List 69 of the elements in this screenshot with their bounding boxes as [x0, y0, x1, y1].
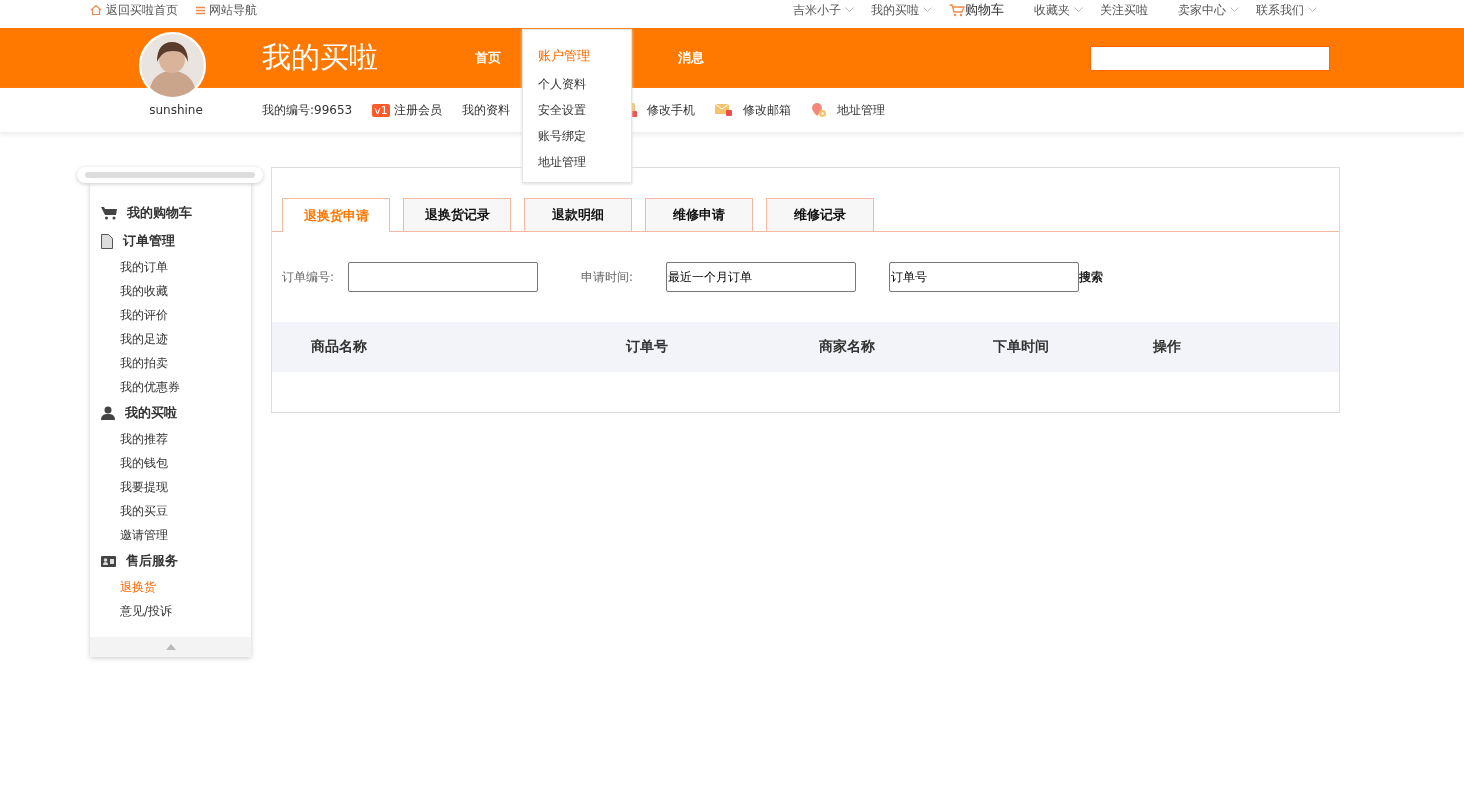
sidebar-item[interactable]: 我的订单	[90, 255, 251, 279]
id-card-icon	[101, 555, 116, 567]
sidebar-item[interactable]: 我的足迹	[90, 327, 251, 351]
column-header: 操作	[1153, 338, 1181, 356]
chevron-down-icon	[1230, 7, 1239, 13]
sidebar-item[interactable]: 我的买豆	[90, 499, 251, 523]
collapse-up-icon[interactable]	[165, 644, 176, 650]
sidebar-item[interactable]: 我的优惠券	[90, 375, 251, 399]
menu-item[interactable]: 个人资料	[538, 73, 631, 99]
profile-link[interactable]: 我的资料	[461, 101, 510, 119]
profile-link[interactable]: 修改手机	[646, 101, 695, 119]
sidebar-item[interactable]: 我要提现	[90, 475, 251, 499]
sidebar-item[interactable]: 我的推荐	[90, 427, 251, 451]
profile-link[interactable]: 我的编号:99653	[262, 101, 353, 119]
top-link[interactable]: 我的买啦	[871, 1, 919, 19]
sidebar-item[interactable]: 我的钱包	[90, 451, 251, 475]
top-link[interactable]: 关注买啦	[1100, 1, 1148, 19]
top-link[interactable]: 网站导航	[209, 1, 257, 19]
sidebar-heading[interactable]: 我的买啦	[125, 404, 177, 422]
sidebar-item[interactable]: 我的拍卖	[90, 351, 251, 375]
top-link[interactable]: 购物车	[965, 1, 1004, 19]
location-pin-icon	[810, 102, 827, 118]
top-link[interactable]: 联系我们	[1256, 1, 1304, 19]
chevron-down-icon	[1074, 7, 1083, 13]
top-link[interactable]: 卖家中心	[1178, 1, 1226, 19]
search-field[interactable]	[1090, 45, 1330, 71]
time-range-select[interactable]: 最近一个月订单	[666, 262, 857, 292]
tab[interactable]: 退换货记录	[403, 198, 511, 231]
site-title: 我的买啦	[262, 39, 379, 76]
tab[interactable]: 维修记录	[766, 198, 874, 231]
menu-item[interactable]: 账号绑定	[538, 125, 631, 151]
column-header: 商家名称	[819, 338, 875, 356]
user-icon	[101, 406, 115, 420]
sidebar-heading[interactable]: 售后服务	[126, 552, 178, 570]
top-link[interactable]: 返回买啦首页	[106, 1, 178, 19]
search-field[interactable]: 订单号	[889, 262, 1080, 292]
profile-link[interactable]: 修改邮箱	[742, 101, 791, 119]
field-label: 申请时间:	[581, 268, 634, 286]
column-header: 订单号	[626, 338, 668, 356]
sidebar-item[interactable]: 我的收藏	[90, 279, 251, 303]
cart-icon	[101, 206, 117, 220]
top-link[interactable]: 吉米小子	[793, 1, 841, 19]
cart-icon	[949, 3, 965, 17]
menu-item[interactable]: 地址管理	[538, 151, 631, 177]
menu-icon	[196, 5, 205, 15]
sidebar-heading[interactable]: 我的购物车	[127, 204, 192, 222]
chevron-down-icon	[1308, 7, 1317, 13]
mail-lock-icon	[714, 103, 733, 117]
profile-link[interactable]: 地址管理	[836, 101, 885, 119]
home-icon	[90, 4, 102, 16]
column-header: 商品名称	[311, 338, 367, 356]
chevron-down-icon	[845, 7, 854, 13]
menu-item[interactable]: 安全设置	[538, 99, 631, 125]
sidebar-item[interactable]: 我的评价	[90, 303, 251, 327]
sidebar-item[interactable]: 意见/投诉	[90, 599, 251, 623]
top-link[interactable]: 收藏夹	[1034, 1, 1070, 19]
sidebar-heading[interactable]: 订单管理	[123, 232, 175, 250]
tab[interactable]: 退款明细	[524, 198, 632, 231]
profile-link[interactable]: 注册会员	[393, 101, 442, 119]
username: sunshine	[148, 103, 204, 117]
search-button[interactable]: 搜索	[1079, 268, 1104, 286]
field-label: 订单编号:	[282, 268, 335, 286]
column-header: 下单时间	[993, 338, 1049, 356]
order-number-field[interactable]	[348, 262, 539, 292]
sidebar-item[interactable]: 邀请管理	[90, 523, 251, 547]
level-badge: v1	[372, 103, 390, 117]
document-icon	[101, 233, 113, 249]
tab[interactable]: 维修申请	[645, 198, 753, 231]
chevron-down-icon	[923, 7, 932, 13]
